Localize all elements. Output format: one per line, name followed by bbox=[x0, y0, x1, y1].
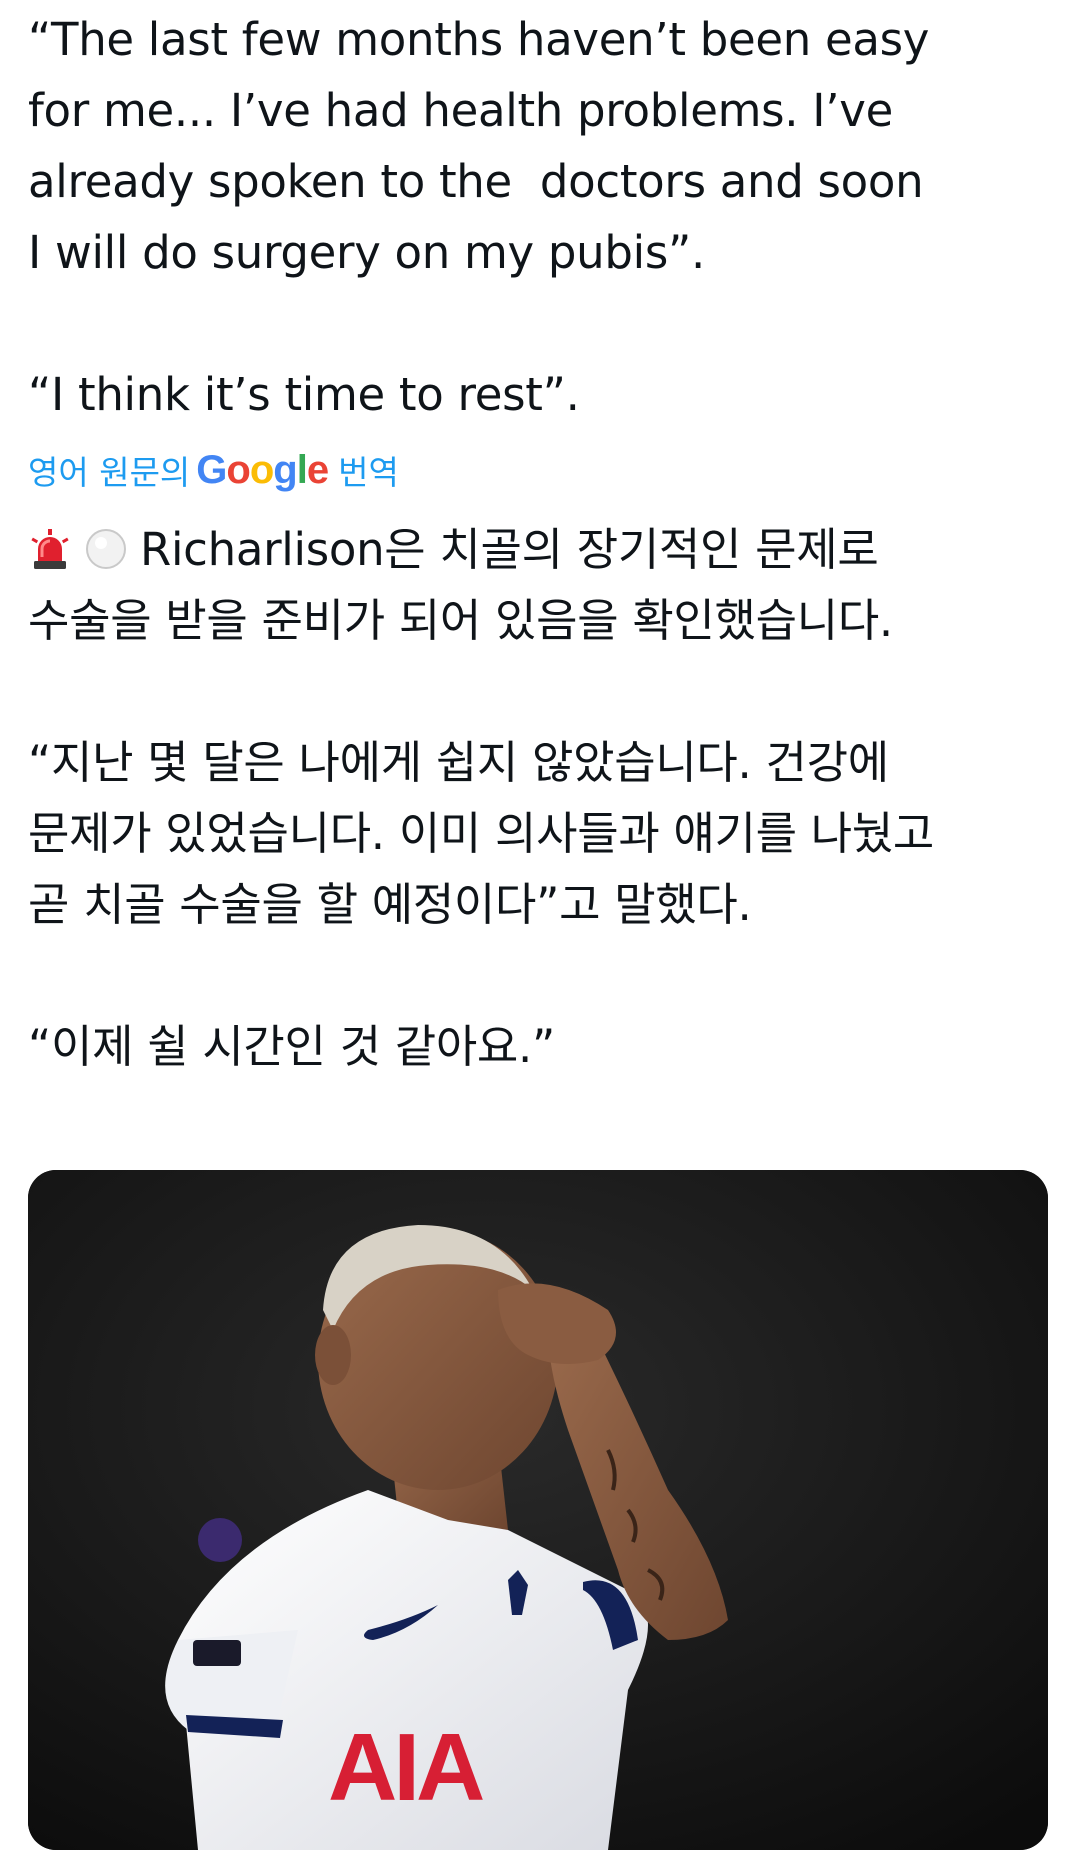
translation-attribution[interactable]: 영어 원문의 Google 번역 bbox=[28, 447, 1048, 493]
original-line: already spoken to the doctors and soon bbox=[28, 155, 924, 208]
original-quote: “I think it’s time to rest”. bbox=[28, 368, 580, 421]
translated-quote-line: 곧 치골 수술을 할 예정이다”고 말했다. bbox=[28, 878, 752, 931]
translated-line: Richarlison은 치골의 장기적인 문제로 bbox=[28, 514, 1048, 585]
white-circle-icon bbox=[84, 520, 128, 569]
original-line: I will do surgery on my pubis”. bbox=[28, 226, 705, 279]
original-line: for me... I’ve had health problems. I’ve bbox=[28, 84, 893, 137]
rotating-light-icon bbox=[28, 520, 72, 569]
tweet-translated-text: Richarlison은 치골의 장기적인 문제로 수술을 받을 준비가 되어 … bbox=[28, 514, 1048, 1082]
shirt-sponsor: AIA bbox=[328, 1714, 483, 1821]
tweet-original-text: “The last few months haven’t been easy f… bbox=[28, 0, 1048, 430]
tweet-photo[interactable]: AIA bbox=[28, 1170, 1048, 1850]
translated-line: 수술을 받을 준비가 되어 있음을 확인했습니다. bbox=[28, 594, 893, 647]
translated-quote-line: 문제가 있었습니다. 이미 의사들과 얘기를 나눴고 bbox=[28, 807, 935, 860]
translated-text: Richarlison은 치골의 장기적인 문제로 bbox=[140, 523, 879, 576]
translated-quote: “이제 쉴 시간인 것 같아요.” bbox=[28, 1020, 556, 1073]
translation-suffix: 번역 bbox=[338, 453, 399, 492]
translated-quote-line: “지난 몇 달은 나에게 쉽지 않았습니다. 건강에 bbox=[28, 736, 889, 789]
tweet-body: “The last few months haven’t been easy f… bbox=[28, 0, 1048, 1082]
original-line: “The last few months haven’t been easy bbox=[28, 13, 930, 66]
google-logo: Google bbox=[196, 447, 329, 492]
translation-prefix: 영어 원문의 bbox=[28, 453, 191, 492]
